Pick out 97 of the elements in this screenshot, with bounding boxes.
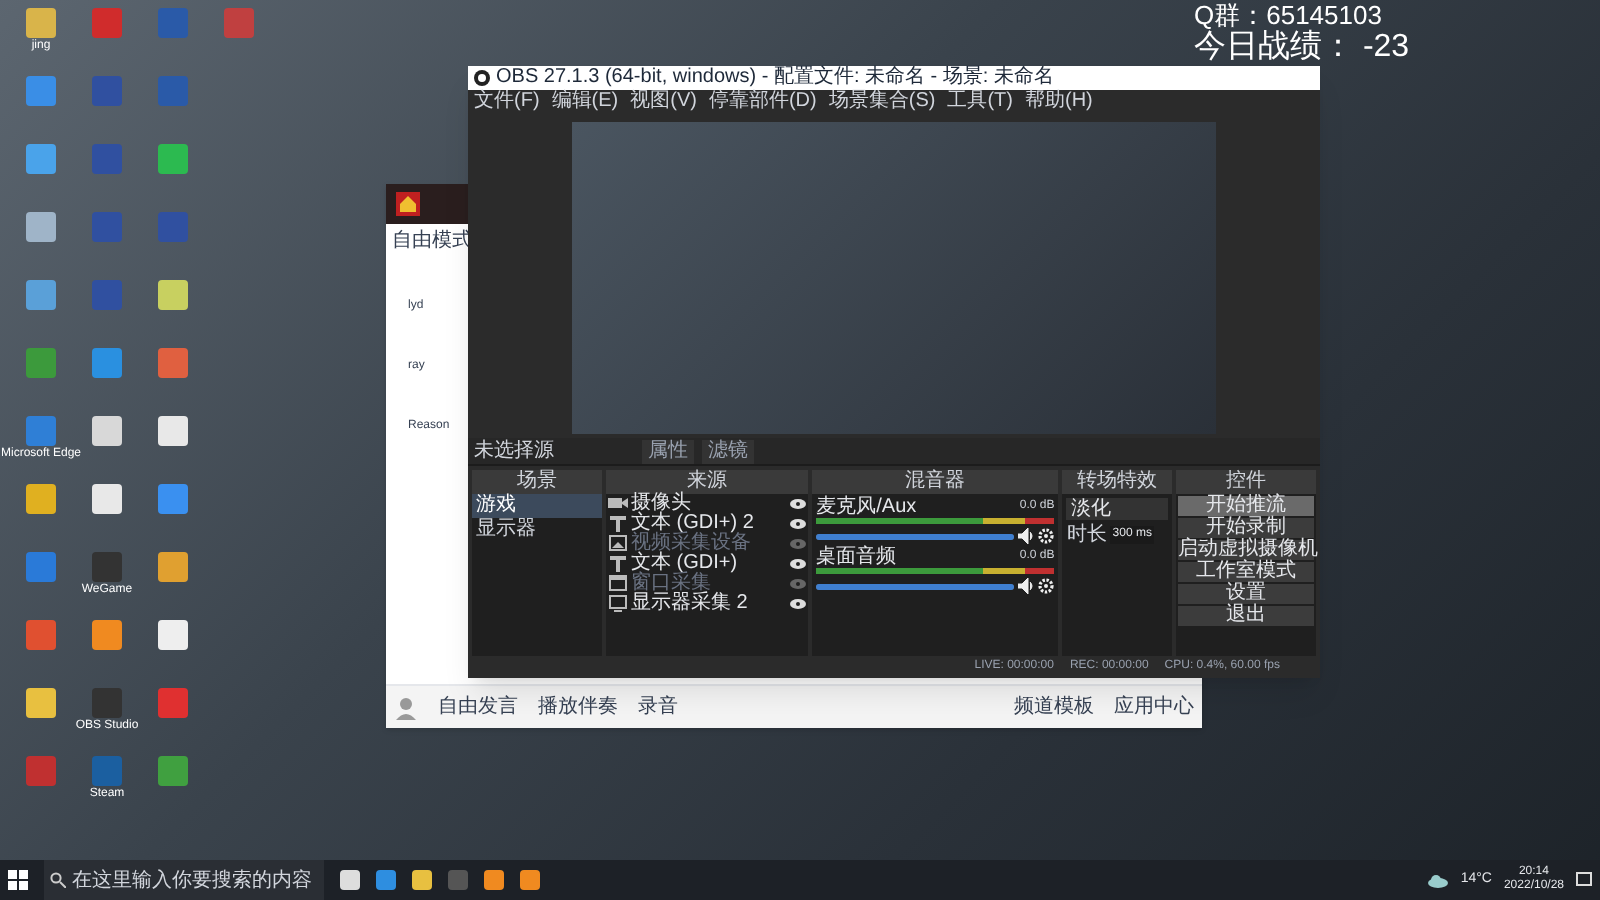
app-icon[interactable] [92,552,122,582]
app-icon[interactable] [92,144,122,174]
volume-slider[interactable] [816,533,1015,539]
dock-title: 场景 [472,470,601,494]
windows-start-icon [8,870,28,890]
app-icon[interactable] [26,756,56,786]
eye-icon[interactable] [790,498,807,510]
app-icon[interactable] [26,416,56,446]
toolbar-button[interactable]: 属性 [642,439,694,463]
app-icon[interactable] [158,416,188,446]
app-icon[interactable] [158,76,188,106]
app-icon[interactable] [26,484,56,514]
app-icon[interactable] [26,212,56,242]
source-item[interactable]: 摄像头 [631,494,691,514]
app-icon[interactable] [92,620,122,650]
image-source-icon [607,534,627,554]
source-item[interactable]: 文本 (GDI+) 2 [631,514,754,534]
window-title: OBS 27.1.3 (64-bit, windows) - 配置文件: 未命名 - 场景: 未命名 [496,66,1054,89]
menu-item[interactable]: 帮助(H) [1024,90,1093,114]
search-placeholder: 在这里输入你要搜索的内容 [72,867,312,895]
app-icon[interactable] [26,280,56,310]
control-button[interactable]: 工作室模式 [1178,562,1315,582]
toolbar-button[interactable]: 自由发言 [438,695,518,719]
search-field[interactable]: 在这里输入你要搜索的内容 [44,860,324,900]
toolbar-button[interactable]: 录音 [638,695,678,719]
speaker-icon [1018,528,1035,544]
settings-icon [1038,528,1055,544]
toolbar-button[interactable]: 滤镜 [702,439,754,463]
app-icon[interactable] [92,212,122,242]
app-icon[interactable] [158,620,188,650]
no-source-label: 未选择源 [474,439,556,463]
eye-icon[interactable] [790,518,807,530]
app-icon[interactable] [224,8,254,38]
transition-select[interactable]: 淡化 [1066,498,1169,520]
control-button[interactable]: 退出 [1178,606,1315,626]
source-item[interactable]: 显示器采集 2 [631,594,748,614]
app-icon[interactable] [26,76,56,106]
toolbar-button[interactable]: 频道模板 [1014,695,1094,719]
app-icon[interactable] [26,144,56,174]
app-icon[interactable] [158,212,188,242]
eye-icon[interactable] [790,598,807,610]
app-icon[interactable] [26,8,56,38]
score-text: 今日战绩： -23 [1194,30,1410,64]
channel-name: 麦克风/Aux [816,496,917,518]
camera-source-icon [607,494,627,514]
dock-title: 控件 [1176,470,1317,494]
app-icon[interactable] [92,280,122,310]
display-source-icon [607,594,627,614]
app-icon[interactable] [92,76,122,106]
control-button[interactable]: 开始推流 [1178,496,1315,516]
menu-item[interactable]: 文件(F) [474,90,540,114]
app-icon[interactable] [158,688,188,718]
app-icon[interactable] [92,348,122,378]
search-icon [50,872,66,888]
app-icon[interactable] [26,620,56,650]
menu-item[interactable]: 工具(T) [947,90,1013,114]
app-icon[interactable] [26,552,56,582]
dock-title: 转场特效 [1062,470,1173,494]
app-icon[interactable] [158,348,188,378]
app-icon[interactable] [92,416,122,446]
dock-title: 混音器 [812,470,1059,494]
menu-item[interactable]: 场景集合(S) [828,90,936,114]
control-button[interactable]: 开始录制 [1178,518,1315,538]
dock-title: 来源 [605,470,809,494]
menu-item[interactable]: 视图(V) [630,90,697,114]
source-item[interactable]: 文本 (GDI+) [631,554,738,574]
duration-label: 时长 [1066,524,1107,546]
app-icon[interactable] [26,688,56,718]
toolbar-button[interactable]: 应用中心 [1114,695,1194,719]
control-button[interactable]: 启动虚拟摄像机 [1178,540,1315,560]
volume-slider[interactable] [816,583,1015,589]
scene-item[interactable]: 显示器 [472,518,601,542]
app-icon[interactable] [26,348,56,378]
window-source-icon [607,574,627,594]
group-number-text: Q群：65145103 [1194,2,1384,30]
app-icon[interactable] [158,280,188,310]
house-icon [394,190,422,218]
scene-item[interactable]: 游戏 [472,494,601,518]
app-icon[interactable] [92,756,122,786]
channel-name: 桌面音频 [816,546,897,568]
app-icon[interactable] [158,8,188,38]
app-icon[interactable] [158,144,188,174]
menu-item[interactable]: 停靠部件(D) [708,90,817,114]
app-icon[interactable] [158,484,188,514]
control-button[interactable]: 设置 [1178,584,1315,604]
app-icon[interactable] [158,552,188,582]
app-icon[interactable] [92,688,122,718]
eye-icon[interactable] [790,558,807,570]
speaker-icon [1018,578,1035,594]
app-icon[interactable] [158,756,188,786]
settings-icon [1038,578,1055,594]
toolbar-button[interactable]: 播放伴奏 [538,695,618,719]
avatar-icon [394,695,418,719]
cloud-icon [1428,873,1449,887]
menu-item[interactable]: 编辑(E) [551,90,619,114]
app-icon[interactable] [92,484,122,514]
app-icon[interactable] [92,8,122,38]
